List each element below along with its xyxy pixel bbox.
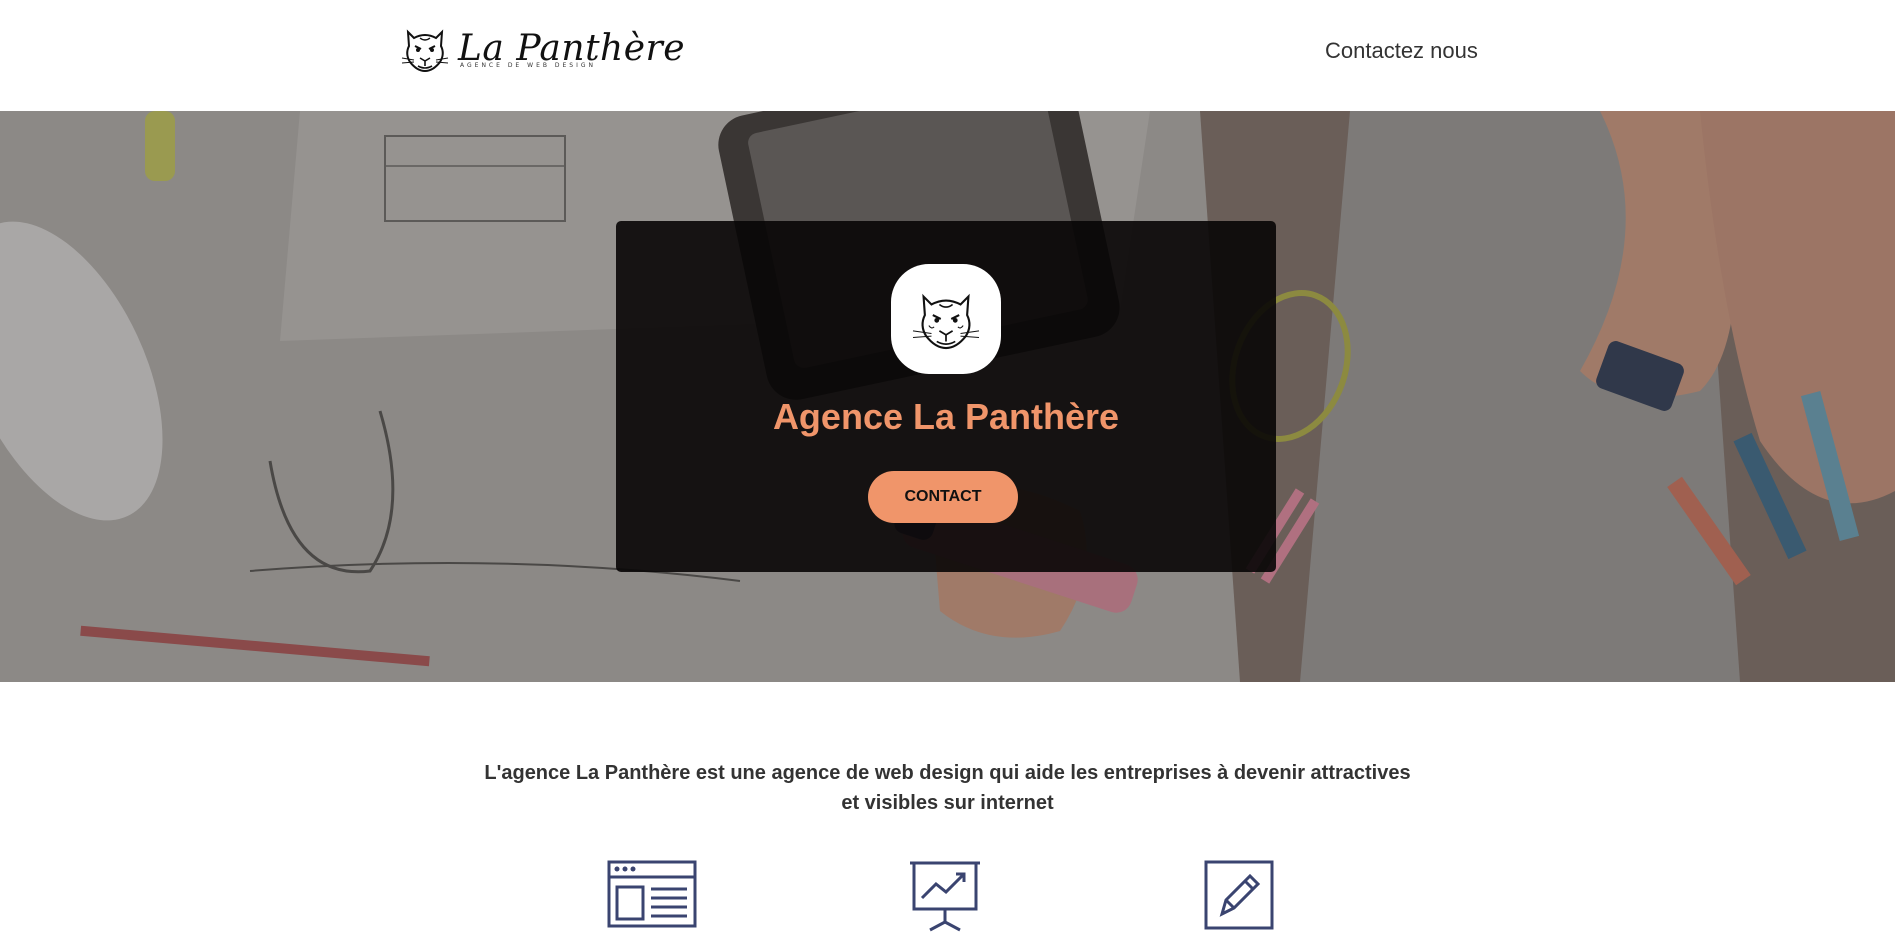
contact-button[interactable]: CONTACT: [868, 471, 1018, 523]
hero-section: Agence La Panthère CONTACT: [0, 111, 1895, 682]
site-logo[interactable]: La Panthère AGENCE DE WEB DESIGN: [398, 22, 685, 76]
site-header: La Panthère AGENCE DE WEB DESIGN Contact…: [0, 0, 1895, 111]
intro-line-2: et visibles sur internet: [841, 792, 1054, 814]
panther-icon: [912, 293, 980, 350]
presentation-chart-icon: [910, 861, 980, 932]
intro-line-1: L'agence La Panthère est une agence de w…: [484, 762, 1411, 784]
panther-icon: [401, 29, 449, 73]
hero-card: Agence La Panthère CONTACT: [616, 221, 1276, 572]
logo-text: La Panthère AGENCE DE WEB DESIGN: [458, 29, 685, 69]
logo-subtitle: AGENCE DE WEB DESIGN: [460, 61, 597, 69]
edit-pencil-icon: [1204, 860, 1274, 930]
hero-logo-badge: [891, 264, 1001, 374]
nav-contact-link[interactable]: Contactez nous: [1325, 38, 1478, 64]
web-layout-icon: [607, 860, 697, 928]
hero-title: Agence La Panthère: [772, 396, 1120, 437]
intro-text: L'agence La Panthère est une agence de w…: [0, 758, 1895, 818]
